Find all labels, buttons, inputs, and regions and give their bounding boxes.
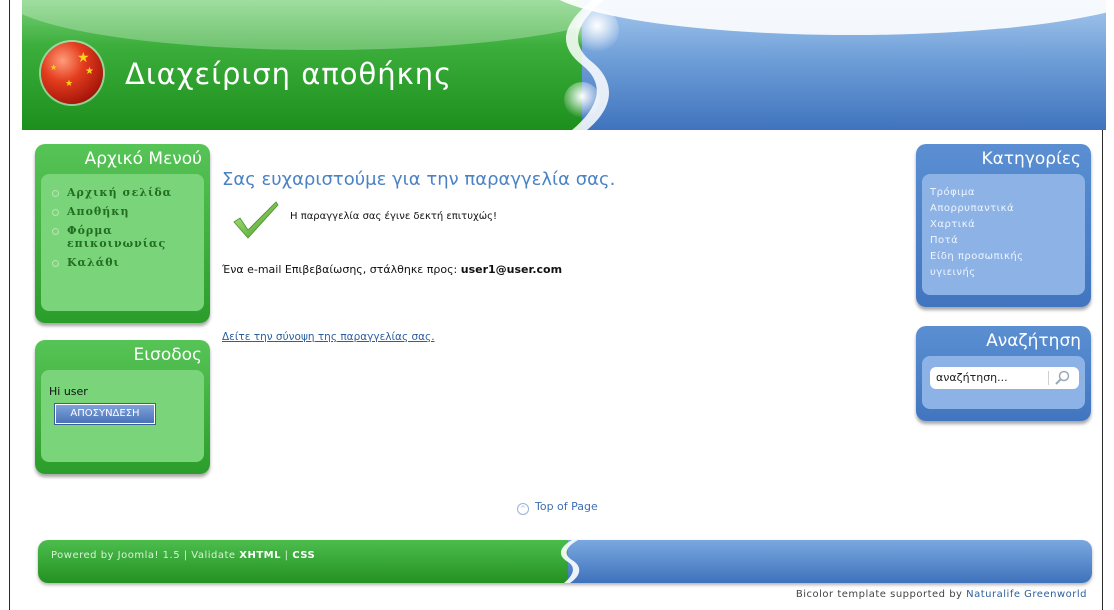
login-panel: Hi user ΑΠΟΣΥΝΔΕΣΗ [41,370,204,462]
menu-link-warehouse[interactable]: Αποθήκη [67,205,130,218]
category-link-paper[interactable]: Χαρτικά [930,219,975,230]
site-title: Διαχείριση αποθήκης [125,57,453,91]
menu-item-warehouse: Αποθήκη [51,205,204,218]
header-swirl-icon [564,0,619,130]
page-heading: Σας ευχαριστούμε για την παραγγελία σας. [222,169,616,190]
footer-blue-panel [568,540,1092,583]
footer-powered-text: Powered by Joomla! 1.5 | Validate [51,550,240,561]
menu-item-home: Αρχική σελίδα [51,186,204,199]
login-greeting: Hi user [49,385,88,398]
categories-panel: Τρόφιμα Απορρυπαντικά Χαρτικά Ποτά Είδη … [922,174,1085,295]
main-menu-title: Αρχικό Μενού [84,149,202,169]
email-confirmation: Ένα e-mail Επιβεβαίωσης, στάλθηκε προς: … [222,263,562,276]
footer-powered-by: Powered by Joomla! 1.5 | Validate XHTML … [51,550,315,561]
header-blue-panel [542,0,1106,130]
footer-credit: Bicolor template supported by Naturalife… [796,589,1087,600]
naturalife-link[interactable]: Naturalife Greenworld [966,589,1087,600]
site-header: ★ ★ ★ ★ Διαχείριση αποθήκης [22,0,1106,130]
footer-separator: | [281,550,293,561]
email-confirmation-text: Ένα e-mail Επιβεβαίωσης, στάλθηκε προς: [222,263,461,276]
search-module: Αναζήτηση [916,326,1091,421]
categories-list: Τρόφιμα Απορρυπαντικά Χαρτικά Ποτά Είδη … [922,174,1085,280]
order-summary-link[interactable]: Δείτε την σύνοψη της παραγγελίας σας. [222,331,435,343]
search-title: Αναζήτηση [986,331,1081,351]
category-link-detergents[interactable]: Απορρυπαντικά [930,203,1014,214]
footer-swirl-icon [560,540,580,583]
category-item: Τρόφιμα [930,184,1085,200]
search-field [930,367,1079,389]
login-module: Εισοδος Hi user ΑΠΟΣΥΝΔΕΣΗ [35,340,210,474]
main-menu-module: Αρχικό Μενού Αρχική σελίδα Αποθήκη Φόρμα… [35,144,210,323]
email-address: user1@user.com [460,263,563,276]
main-menu-panel: Αρχική σελίδα Αποθήκη Φόρμα επικοινωνίας… [41,174,204,311]
search-divider [1048,371,1049,385]
checkmark-icon [233,201,279,239]
category-link-food[interactable]: Τρόφιμα [930,187,975,198]
logout-button[interactable]: ΑΠΟΣΥΝΔΕΣΗ [54,403,156,425]
category-item: Είδη προσωπικής υγιεινής [930,248,1040,280]
logo-globe-icon: ★ ★ ★ ★ [41,42,103,104]
categories-module: Κατηγορίες Τρόφιμα Απορρυπαντικά Χαρτικά… [916,144,1091,307]
validate-css-link[interactable]: CSS [292,550,315,561]
success-message: Η παραγγελία σας έγινε δεκτή επιτυχώς! [290,211,498,222]
login-title: Εισοδος [133,345,202,365]
footer-green-panel [38,540,568,583]
search-input[interactable] [930,367,1046,387]
validate-xhtml-link[interactable]: XHTML [239,550,281,561]
categories-title: Κατηγορίες [981,149,1081,169]
up-arrow-icon: ^ [517,503,529,515]
top-of-page-label: Top of Page [535,500,598,513]
search-panel [922,356,1085,409]
magnifier-icon[interactable] [1054,370,1072,386]
category-item: Ποτά [930,232,1085,248]
category-item: Απορρυπαντικά [930,200,1085,216]
menu-item-cart: Καλάθι [51,256,204,269]
menu-link-home[interactable]: Αρχική σελίδα [67,186,172,199]
menu-link-contact[interactable]: Φόρμα επικοινωνίας [67,224,166,250]
category-link-hygiene[interactable]: Είδη προσωπικής υγιεινής [930,251,1024,278]
category-item: Χαρτικά [930,216,1085,232]
footer-bar: Powered by Joomla! 1.5 | Validate XHTML … [38,540,1092,583]
category-link-drinks[interactable]: Ποτά [930,235,958,246]
menu-link-cart[interactable]: Καλάθι [67,256,120,269]
top-of-page-link[interactable]: ^ Top of Page [517,500,598,515]
footer-credit-text: Bicolor template supported by [795,589,967,600]
main-menu-list: Αρχική σελίδα Αποθήκη Φόρμα επικοινωνίας… [41,174,204,269]
menu-item-contact: Φόρμα επικοινωνίας [51,224,167,250]
